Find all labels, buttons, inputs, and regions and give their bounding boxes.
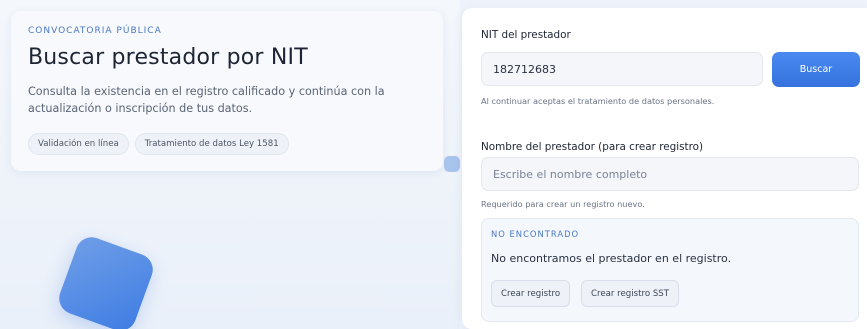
create-sst-record-button[interactable]: Crear registro SST [581,280,679,307]
search-form-panel: NIT del prestador Buscar Al continuar ac… [462,8,867,329]
nit-input[interactable] [481,52,763,86]
provider-name-input[interactable] [481,157,859,191]
chip-data-law: Tratamiento de datos Ley 1581 [134,133,289,155]
create-record-button[interactable]: Crear registro [491,280,571,307]
hero-chips: Validación en línea Tratamiento de datos… [28,133,289,155]
search-button[interactable]: Buscar [772,52,860,87]
consent-hint: Al continuar aceptas el tratamiento de d… [481,96,715,106]
hero-description: Consulta la existencia en el registro ca… [28,85,385,115]
name-field-label: Nombre del prestador (para crear registr… [481,141,704,153]
name-required-hint: Requerido para crear un registro nuevo. [481,199,645,209]
page-title: Buscar prestador por NIT [28,45,308,70]
chip-online-validation: Validación en línea [28,133,129,155]
result-message: No encontramos el prestador en el regist… [491,252,732,265]
result-box: NO ENCONTRADO No encontramos el prestado… [481,218,859,322]
decorative-dot [444,156,460,172]
nit-field-label: NIT del prestador [481,29,571,41]
status-badge: NO ENCONTRADO [491,229,580,239]
hero-eyebrow: CONVOCATORIA PÚBLICA [28,26,162,36]
hero-card: CONVOCATORIA PÚBLICA Buscar prestador po… [11,11,443,171]
